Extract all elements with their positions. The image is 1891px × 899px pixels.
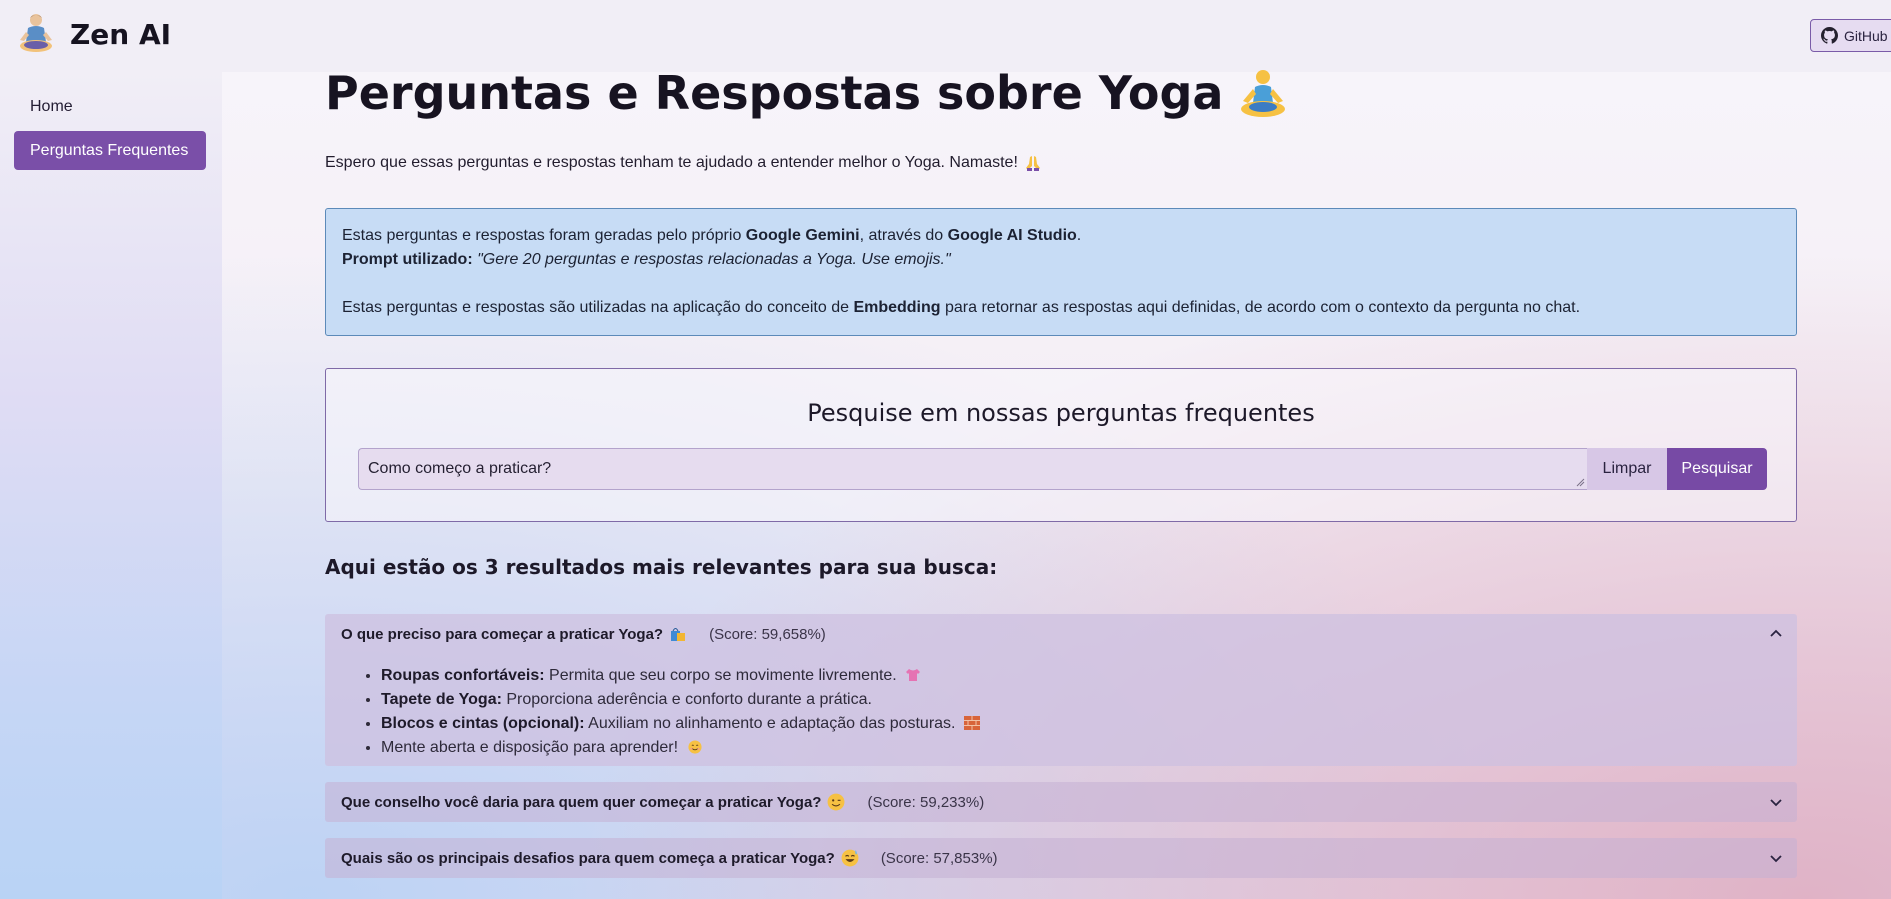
page-title: Perguntas e Respostas sobre Yoga xyxy=(325,66,1287,120)
results-heading: Aqui estão os 3 resultados mais relevant… xyxy=(325,555,998,579)
brand-title: Zen AI xyxy=(70,17,172,51)
sweat-smile-icon xyxy=(841,849,859,867)
answer-bold: Roupas confortáveis: xyxy=(381,667,545,684)
list-item: Mente aberta e disposição para aprender! xyxy=(381,736,980,760)
info-text: Estas perguntas e respostas são utilizad… xyxy=(342,299,854,316)
answer-bold: Blocos e cintas (opcional): xyxy=(381,715,585,732)
info-text: , através do xyxy=(859,227,948,244)
intro-text-content: Espero que essas perguntas e respostas t… xyxy=(325,154,1018,171)
answer-text: Mente aberta e disposição para aprender! xyxy=(381,739,679,756)
prompt-label: Prompt utilizado: xyxy=(342,251,473,268)
t-shirt-icon xyxy=(906,669,921,681)
brand[interactable]: Zen AI xyxy=(16,12,171,56)
github-button[interactable]: GitHub xyxy=(1810,19,1891,52)
search-card: Pesquise em nossas perguntas frequentes … xyxy=(325,368,1797,522)
github-label: GitHub xyxy=(1844,27,1888,44)
search-input[interactable]: Como começo a praticar? xyxy=(358,448,1587,490)
list-item: Tapete de Yoga: Proporciona aderência e … xyxy=(381,688,980,712)
info-text: Estas perguntas e respostas foram gerada… xyxy=(342,227,746,244)
info-line-2: Prompt utilizado: "Gere 20 perguntas e r… xyxy=(342,248,1780,272)
info-alert: Estas perguntas e respostas foram gerada… xyxy=(325,208,1797,336)
sidebar-item-faq[interactable]: Perguntas Frequentes xyxy=(14,131,206,170)
clear-button[interactable]: Limpar xyxy=(1587,448,1667,490)
result-question: Que conselho você daria para quem quer c… xyxy=(341,793,822,811)
result-accordion-2[interactable]: Que conselho você daria para quem quer c… xyxy=(325,782,1797,822)
page-title-text: Perguntas e Respostas sobre Yoga xyxy=(325,66,1224,120)
sidebar: Home Perguntas Frequentes xyxy=(0,72,222,899)
result-score: (Score: 59,233%) xyxy=(867,793,985,811)
prompt-text: "Gere 20 perguntas e respostas relaciona… xyxy=(477,251,951,268)
chevron-up-icon[interactable] xyxy=(1769,627,1783,641)
info-line-1: Estas perguntas e respostas foram gerada… xyxy=(342,224,1780,248)
search-heading: Pesquise em nossas perguntas frequentes xyxy=(807,399,1315,427)
chevron-down-icon[interactable] xyxy=(1769,851,1783,865)
result-score: (Score: 59,658%) xyxy=(709,625,826,643)
list-item: Roupas confortáveis: Permita que seu cor… xyxy=(381,664,980,688)
sidebar-item-label: Perguntas Frequentes xyxy=(30,141,189,159)
accordion-header[interactable]: O que preciso para começar a praticar Yo… xyxy=(341,614,826,654)
wink-face-icon xyxy=(828,793,845,811)
info-bold-embedding: Embedding xyxy=(853,299,941,316)
search-input-value: Como começo a praticar? xyxy=(368,460,552,477)
answer-bold: Tapete de Yoga: xyxy=(381,691,502,708)
answer-text: Auxiliam no alinhamento e adaptação das … xyxy=(584,715,956,732)
list-item: Blocos e cintas (opcional): Auxiliam no … xyxy=(381,712,980,736)
info-bold-gemini: Google Gemini xyxy=(745,227,860,244)
info-line-3: Estas perguntas e respostas são utilizad… xyxy=(342,296,1780,320)
result-answer-list: Roupas confortáveis: Permita que seu cor… xyxy=(381,664,980,760)
answer-text: Proporciona aderência e conforto durante… xyxy=(501,691,872,708)
resize-grip-icon[interactable] xyxy=(1576,478,1585,487)
top-bar: Zen AI GitHub xyxy=(0,0,1891,72)
result-score: (Score: 57,853%) xyxy=(880,849,998,867)
accordion-header[interactable]: Quais são os principais desafios para qu… xyxy=(341,838,998,878)
yoga-logo-icon xyxy=(20,14,52,52)
main-content: Perguntas e Respostas sobre Yoga Espero … xyxy=(222,66,1891,899)
search-row: Como começo a praticar? Limpar Pesquisar xyxy=(358,448,1767,490)
info-bold-ai-studio: Google AI Studio xyxy=(947,227,1077,244)
accordion-header[interactable]: Que conselho você daria para quem quer c… xyxy=(341,782,984,822)
sidebar-item-label: Home xyxy=(30,97,73,115)
folded-hands-icon xyxy=(1025,156,1040,171)
brick-icon xyxy=(963,716,980,730)
answer-text: Permita que seu corpo se movimente livre… xyxy=(544,667,897,684)
person-in-lotus-position-icon xyxy=(1241,70,1286,117)
sidebar-item-home[interactable]: Home xyxy=(14,87,206,126)
result-accordion-1: O que preciso para começar a praticar Yo… xyxy=(325,614,1797,766)
github-icon xyxy=(1821,27,1838,44)
chevron-down-icon[interactable] xyxy=(1769,795,1783,809)
result-question: O que preciso para começar a praticar Yo… xyxy=(341,625,664,643)
result-question: Quais são os principais desafios para qu… xyxy=(341,849,835,867)
info-text: para retornar as respostas aqui definida… xyxy=(940,299,1581,316)
search-button[interactable]: Pesquisar xyxy=(1667,448,1767,490)
intro-text: Espero que essas perguntas e respostas t… xyxy=(325,154,1042,172)
info-text: . xyxy=(1076,227,1082,244)
smiling-face-icon xyxy=(687,740,702,754)
result-accordion-3[interactable]: Quais são os principais desafios para qu… xyxy=(325,838,1797,878)
shopping-bags-icon xyxy=(671,628,686,641)
